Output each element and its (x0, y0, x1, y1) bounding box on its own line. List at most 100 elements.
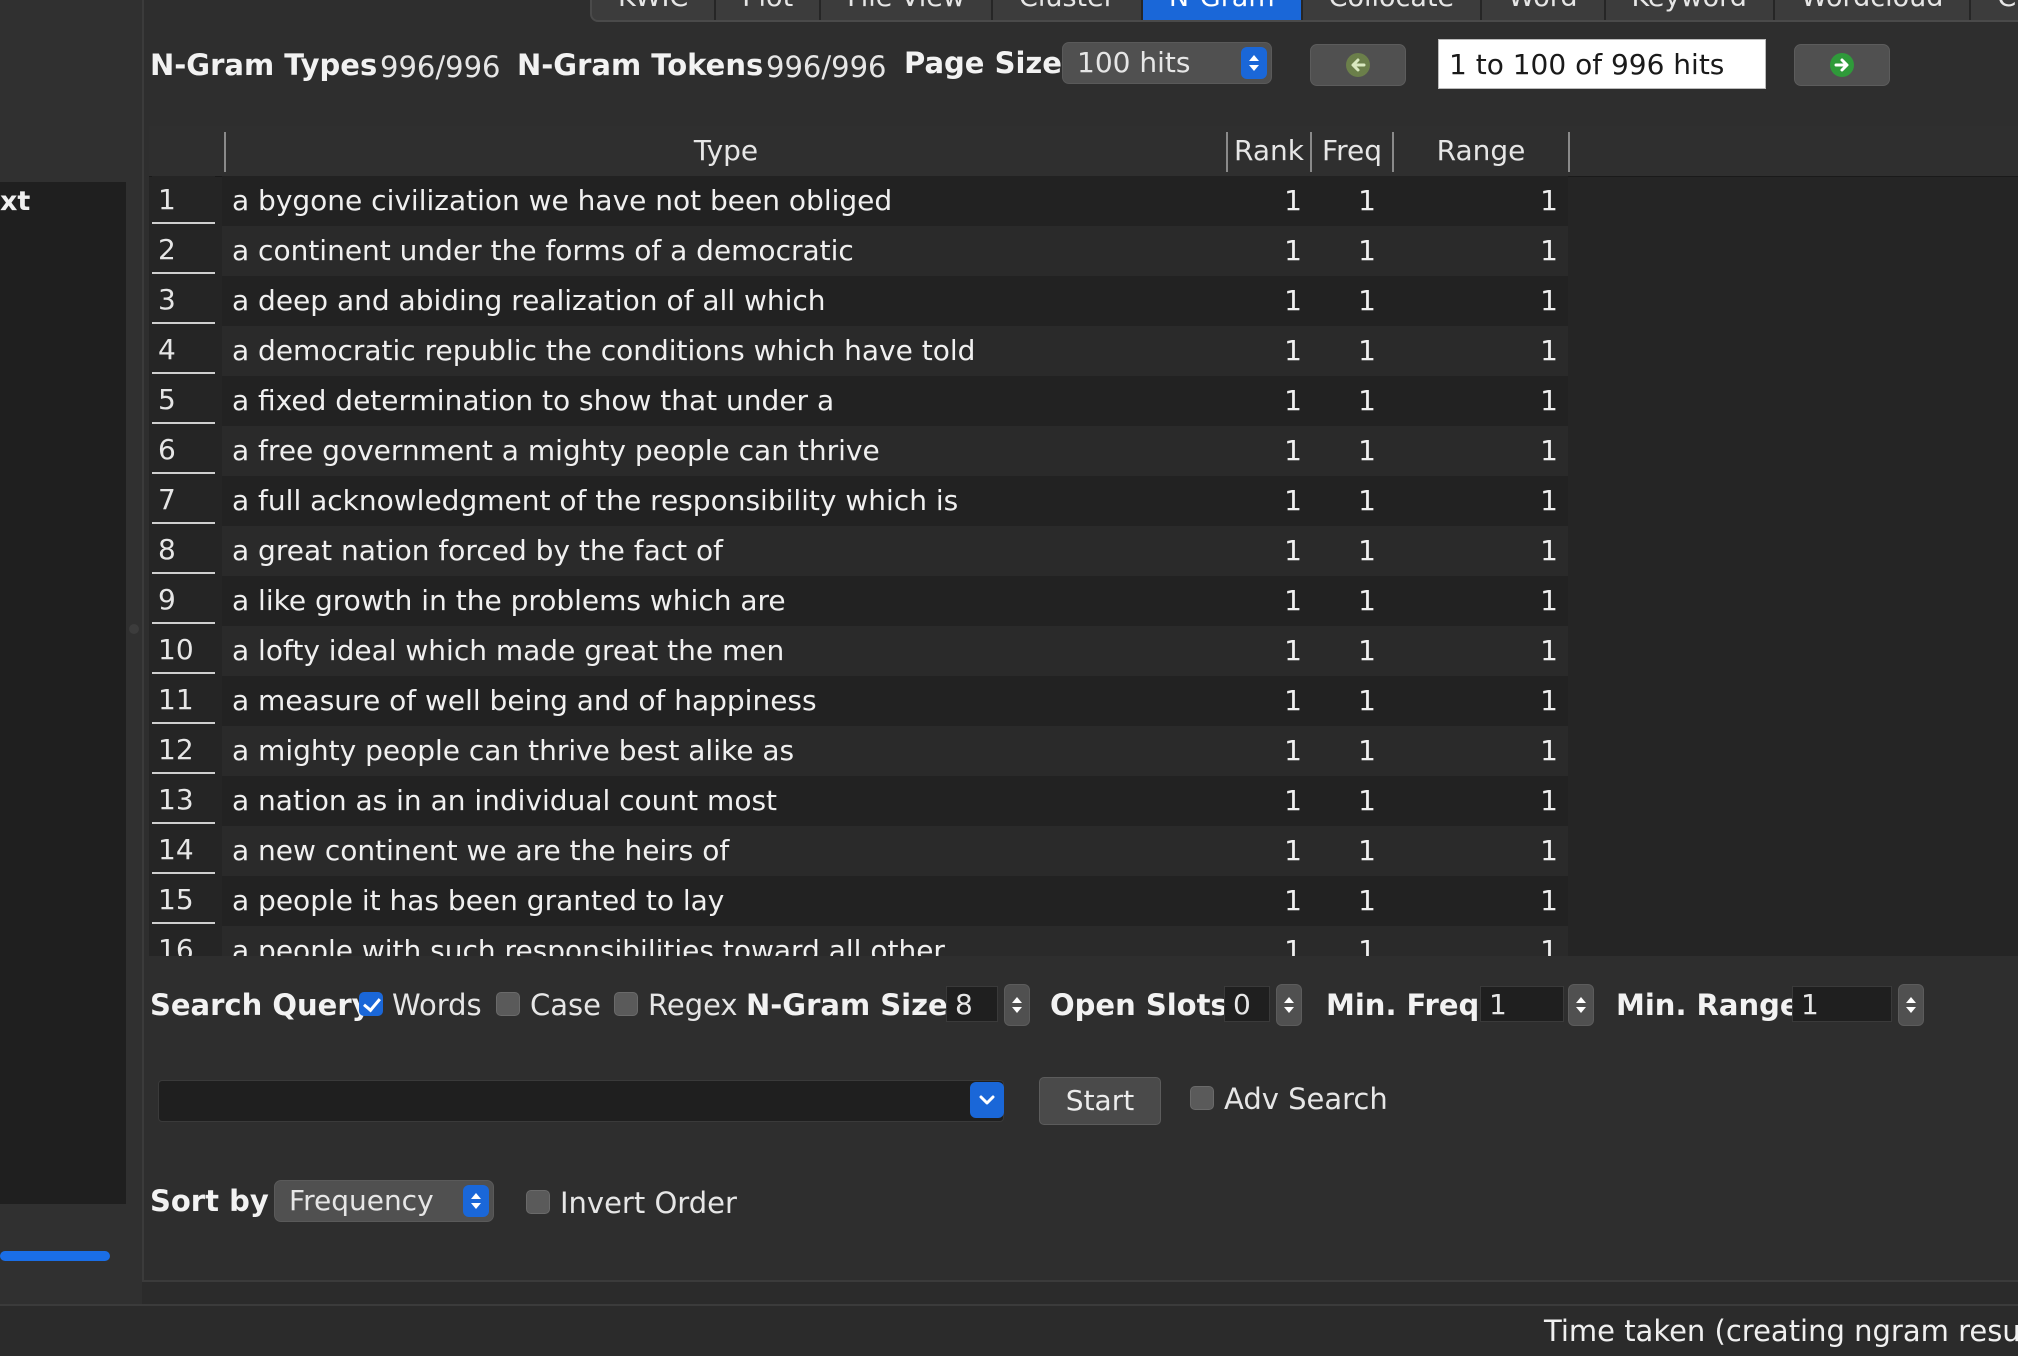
cell-freq: 1 (1358, 284, 1376, 317)
table-row[interactable]: 14 a new continent we are the heirs of 1 1 1 (149, 826, 2018, 876)
col-header-freq[interactable]: Freq (1312, 126, 1392, 176)
min-freq-stepper[interactable] (1568, 984, 1594, 1026)
tab-wordcloud[interactable]: Wordcloud (1775, 0, 1972, 20)
cell-type: a like growth in the problems which are (232, 584, 786, 617)
row-number: 12 (152, 726, 215, 774)
cell-freq: 1 (1358, 684, 1376, 717)
min-range-label: Min. Range (1616, 988, 1800, 1022)
tab-cluster[interactable]: Cluster (993, 0, 1143, 20)
page-size-select[interactable]: 100 hits (1062, 42, 1272, 84)
cell-rank: 1 (1284, 284, 1302, 317)
ngram-size-stepper[interactable] (1004, 984, 1030, 1026)
tab-chatai[interactable]: ChatAI (1971, 0, 2018, 20)
next-page-button[interactable] (1794, 44, 1890, 86)
col-header-range[interactable]: Range (1394, 126, 1568, 176)
min-range-field[interactable]: 1 (1792, 986, 1892, 1022)
cell-freq: 1 (1358, 584, 1376, 617)
previous-page-button[interactable] (1310, 44, 1406, 86)
cell-rank: 1 (1284, 634, 1302, 667)
table-row[interactable]: 1 a bygone civilization we have not been … (149, 176, 2018, 226)
open-slots-stepper[interactable] (1276, 984, 1302, 1026)
table-row[interactable]: 12 a mighty people can thrive best alike … (149, 726, 2018, 776)
sort-by-label: Sort by (150, 1184, 269, 1218)
arrow-left-icon (1346, 53, 1370, 77)
ngram-types-value: 996/996 (380, 50, 501, 84)
table-row[interactable]: 5 a fixed determination to show that unde… (149, 376, 2018, 426)
table-row[interactable]: 10 a lofty ideal which made great the men… (149, 626, 2018, 676)
row-cells: a measure of well being and of happiness… (222, 676, 1568, 726)
invert-order-label: Invert Order (560, 1186, 737, 1220)
row-number: 2 (152, 226, 215, 274)
tab-ngram[interactable]: N-Gram (1142, 0, 1303, 20)
table-row[interactable]: 2 a continent under the forms of a democr… (149, 226, 2018, 276)
row-number: 1 (152, 176, 215, 224)
tab-keyword[interactable]: Keyword (1606, 0, 1775, 20)
tab-kwic[interactable]: KWIC (592, 0, 717, 20)
page-size-value: 100 hits (1077, 46, 1191, 79)
table-row[interactable]: 13 a nation as in an individual count mos… (149, 776, 2018, 826)
cell-type: a deep and abiding realization of all wh… (232, 284, 826, 317)
splitter-handle[interactable] (129, 624, 139, 634)
cell-range: 1 (1540, 584, 1558, 617)
query-history-dropdown[interactable] (970, 1082, 1004, 1118)
table-row[interactable]: 4 a democratic republic the conditions wh… (149, 326, 2018, 376)
cell-range: 1 (1540, 234, 1558, 267)
cell-rank: 1 (1284, 434, 1302, 467)
cell-range: 1 (1540, 434, 1558, 467)
tab-collocate[interactable]: Collocate (1303, 0, 1483, 20)
row-number: 11 (152, 676, 215, 724)
start-button[interactable]: Start (1039, 1077, 1161, 1125)
table-row[interactable]: 6 a free government a mighty people can t… (149, 426, 2018, 476)
cell-range: 1 (1540, 384, 1558, 417)
cell-type: a people it has been granted to lay (232, 884, 725, 917)
case-checkbox[interactable] (496, 992, 520, 1016)
table-row[interactable]: 7 a full acknowledgment of the responsibi… (149, 476, 2018, 526)
cell-rank: 1 (1284, 884, 1302, 917)
table-row[interactable]: 3 a deep and abiding realization of all w… (149, 276, 2018, 326)
search-query-input[interactable] (158, 1080, 1004, 1122)
row-cells: a lofty ideal which made great the men 1 1… (222, 626, 1568, 676)
tab-plot[interactable]: Plot (716, 0, 822, 20)
cell-type: a free government a mighty people can th… (232, 434, 880, 467)
invert-order-checkbox[interactable] (526, 1190, 550, 1214)
sort-by-select[interactable]: Frequency (274, 1180, 494, 1222)
cell-freq: 1 (1358, 334, 1376, 367)
row-number: 13 (152, 776, 215, 824)
cell-type: a continent under the forms of a democra… (232, 234, 854, 267)
row-cells: a democratic republic the conditions whi… (222, 326, 1568, 376)
min-freq-field[interactable]: 1 (1480, 986, 1564, 1022)
open-slots-field[interactable]: 0 (1224, 986, 1270, 1022)
tab-file-view[interactable]: File View (821, 0, 993, 20)
corpus-file-list[interactable] (0, 182, 126, 1204)
hits-range-field[interactable]: 1 to 100 of 996 hits (1438, 39, 1766, 89)
results-table[interactable]: Type Rank Freq Range 1 a bygone civilizat… (149, 126, 2018, 956)
cell-rank: 1 (1284, 684, 1302, 717)
row-cells: a new continent we are the heirs of 1 1 1 (222, 826, 1568, 876)
row-number: 16 (152, 926, 215, 956)
regex-checkbox[interactable] (614, 992, 638, 1016)
col-header-rank[interactable]: Rank (1228, 126, 1310, 176)
row-cells: a mighty people can thrive best alike as… (222, 726, 1568, 776)
row-number: 8 (152, 526, 215, 574)
col-header-type[interactable]: Type (226, 126, 1226, 176)
table-row[interactable]: 16 a people with such responsibilities to… (149, 926, 2018, 956)
table-row[interactable]: 8 a great nation forced by the fact of 1 1 1 (149, 526, 2018, 576)
ngram-size-field[interactable]: 8 (946, 986, 998, 1022)
cell-freq: 1 (1358, 784, 1376, 817)
tab-word[interactable]: Word (1482, 0, 1606, 20)
min-range-stepper[interactable] (1898, 984, 1924, 1026)
cell-range: 1 (1540, 534, 1558, 567)
adv-search-checkbox[interactable] (1190, 1086, 1214, 1110)
table-row[interactable]: 9a like growth in the problems which are… (149, 576, 2018, 626)
row-number: 4 (152, 326, 215, 374)
chevron-down-icon (979, 1095, 995, 1105)
search-query-label: Search Query (150, 988, 371, 1022)
words-checkbox[interactable] (359, 992, 383, 1016)
table-row[interactable]: 15 a people it has been granted to lay 1 1 1 (149, 876, 2018, 926)
cell-type: a full acknowledgment of the responsibil… (232, 484, 959, 517)
chevron-updown-icon (463, 1185, 489, 1217)
table-row[interactable]: 11 a measure of well being and of happine… (149, 676, 2018, 726)
row-cells: a continent under the forms of a democra… (222, 226, 1568, 276)
ngram-tokens-value: 996/996 (766, 50, 887, 84)
status-bar: Time taken (creating ngram results (0, 1304, 2018, 1356)
